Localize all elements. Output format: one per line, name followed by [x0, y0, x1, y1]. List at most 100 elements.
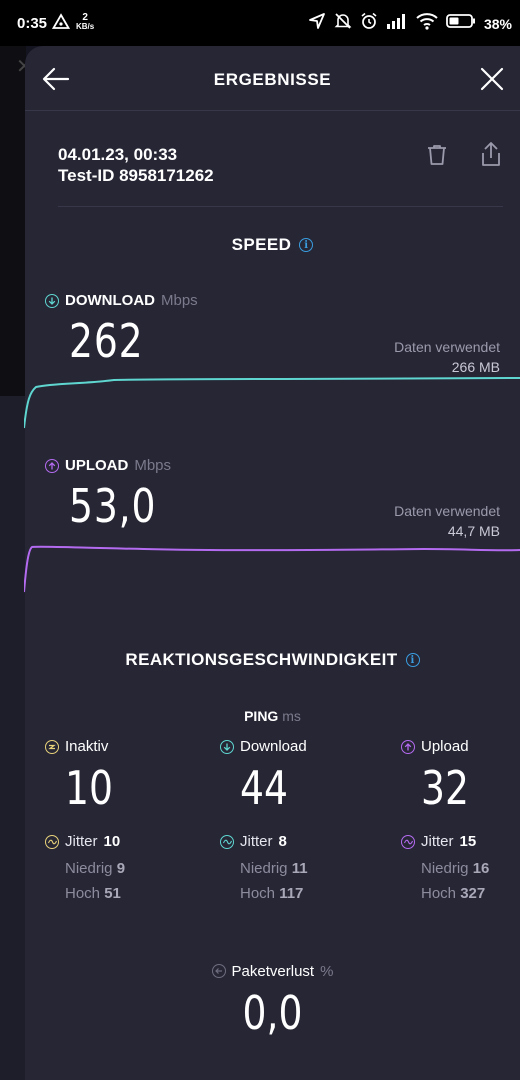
- packet-loss-unit: %: [320, 962, 334, 980]
- alarm-icon: [360, 12, 378, 35]
- ping-upload-low-label: Niedrig: [421, 860, 469, 877]
- ping-upload-high: Hoch 327: [421, 885, 519, 902]
- data-rate-value: 2: [82, 12, 88, 23]
- status-icons: 38%: [308, 12, 512, 35]
- signal-icon: [386, 13, 408, 34]
- ping-idle-header: Inaktiv: [45, 738, 195, 755]
- ping-idle-low-label: Niedrig: [65, 860, 113, 877]
- ping-upload-high-value: 327: [460, 885, 486, 902]
- ping-upload-low: Niedrig 16: [421, 860, 519, 877]
- download-arrow-icon: [220, 739, 234, 754]
- speed-info-icon[interactable]: i: [299, 238, 314, 252]
- ping-download-high-label: Hoch: [240, 885, 276, 902]
- ping-idle-low-value: 9: [116, 860, 126, 877]
- ping-download-label: Download: [240, 738, 307, 755]
- packet-loss-value: 0,0: [242, 986, 303, 1040]
- download-label: DOWNLOAD: [65, 292, 155, 309]
- jitter-download: Jitter 8: [220, 833, 370, 850]
- idle-icon: [45, 739, 59, 754]
- ping-upload-high-label: Hoch: [421, 885, 457, 902]
- header-divider: [25, 110, 520, 111]
- ping-download-header: Download: [220, 738, 370, 755]
- close-icon: [480, 67, 504, 91]
- battery-icon: [446, 13, 476, 34]
- download-arrow-icon: [45, 293, 59, 308]
- upload-header: UPLOAD Mbps: [45, 457, 171, 474]
- data-rate: 2 KB/s: [76, 12, 95, 32]
- upload-value: 53,0: [69, 479, 157, 533]
- download-value: 262: [69, 314, 144, 368]
- jitter-download-value: 8: [278, 833, 287, 850]
- status-bar: 0:35 2 KB/s 38%: [0, 0, 520, 46]
- background-app-lower: [0, 396, 26, 1080]
- latency-info-icon[interactable]: i: [405, 653, 420, 667]
- download-header: DOWNLOAD Mbps: [45, 292, 198, 309]
- jitter-upload: Jitter 15: [401, 833, 519, 850]
- jitter-upload-label: Jitter: [421, 833, 454, 850]
- status-time: 0:35: [17, 15, 48, 32]
- ping-upload-label: Upload: [421, 738, 469, 755]
- speed-section-title: SPEED i: [25, 235, 520, 255]
- jitter-idle-label: Jitter: [65, 833, 98, 850]
- packet-loss: Paketverlust % 0,0: [25, 962, 520, 1040]
- latency-title: REAKTIONSGESCHWINDIGKEIT: [125, 650, 398, 669]
- jitter-download-label: Jitter: [240, 833, 273, 850]
- download-unit: Mbps: [161, 292, 198, 309]
- ping-idle-high-label: Hoch: [65, 885, 101, 902]
- share-icon: [482, 142, 500, 166]
- upload-arrow-icon: [45, 458, 59, 473]
- upload-label: UPLOAD: [65, 457, 129, 474]
- mute-icon: [334, 12, 352, 35]
- ping-download-value: 44: [240, 761, 289, 815]
- ping-label: PING ms: [25, 708, 520, 724]
- download-data-used-label: Daten verwendet: [394, 339, 500, 355]
- location-icon: [308, 12, 326, 35]
- share-button[interactable]: [479, 141, 503, 167]
- ping-idle-value: 10: [65, 761, 114, 815]
- wifi-icon: [416, 12, 438, 35]
- ping-idle-label: Inaktiv: [65, 738, 109, 755]
- ping-download-low: Niedrig 11: [240, 860, 370, 877]
- upload-graph: [24, 545, 520, 593]
- packet-loss-icon: [211, 964, 226, 978]
- ping-upload-value: 32: [421, 761, 470, 815]
- ping-label-text: PING: [244, 708, 279, 724]
- upload-arrow-icon: [401, 739, 415, 754]
- packet-loss-label: Paketverlust: [231, 962, 315, 980]
- test-id: Test-ID 8958171262: [58, 166, 214, 185]
- upload-data-used-label: Daten verwendet: [394, 503, 500, 519]
- speed-title: SPEED: [231, 235, 292, 254]
- close-button[interactable]: [477, 64, 507, 94]
- upload-unit: Mbps: [134, 457, 172, 474]
- jitter-upload-value: 15: [459, 833, 477, 850]
- ping-idle-low: Niedrig 9: [65, 860, 195, 877]
- jitter-idle-value: 10: [103, 833, 121, 850]
- background-app: [0, 46, 26, 396]
- ping-column-download: Download 44 Jitter 8 Niedrig 11 Hoch 117: [220, 738, 370, 902]
- trash-icon: [428, 145, 446, 165]
- battery-percent: 38%: [483, 15, 512, 32]
- ping-download-low-label: Niedrig: [240, 860, 288, 877]
- jitter-icon: [220, 834, 234, 849]
- ping-download-high: Hoch 117: [240, 885, 370, 902]
- ping-unit: ms: [282, 708, 301, 724]
- results-sheet: ERGEBNISSE 04.01.23, 00:33 Test-ID 89581…: [24, 46, 520, 1080]
- data-rate-unit: KB/s: [76, 22, 95, 31]
- ping-column-idle: Inaktiv 10 Jitter 10 Niedrig 9 Hoch 51: [45, 738, 195, 902]
- ping-upload-low-value: 16: [472, 860, 490, 877]
- ping-idle-high: Hoch 51: [65, 885, 195, 902]
- page-title: ERGEBNISSE: [213, 70, 332, 89]
- jitter-icon: [401, 834, 415, 849]
- delete-button[interactable]: [425, 143, 449, 167]
- ping-download-low-value: 11: [291, 860, 308, 877]
- packet-loss-header: Paketverlust %: [211, 962, 334, 980]
- jitter-idle: Jitter 10: [45, 833, 195, 850]
- ping-column-upload: Upload 32 Jitter 15 Niedrig 16 Hoch 327: [401, 738, 519, 902]
- header: ERGEBNISSE: [25, 46, 520, 110]
- meta-divider: [58, 206, 503, 207]
- latency-section-title: REAKTIONSGESCHWINDIGKEIT i: [25, 650, 520, 670]
- jitter-icon: [45, 834, 59, 849]
- ping-download-high-value: 117: [279, 885, 304, 902]
- test-date: 04.01.23, 00:33: [58, 145, 178, 164]
- ping-idle-high-value: 51: [104, 885, 121, 902]
